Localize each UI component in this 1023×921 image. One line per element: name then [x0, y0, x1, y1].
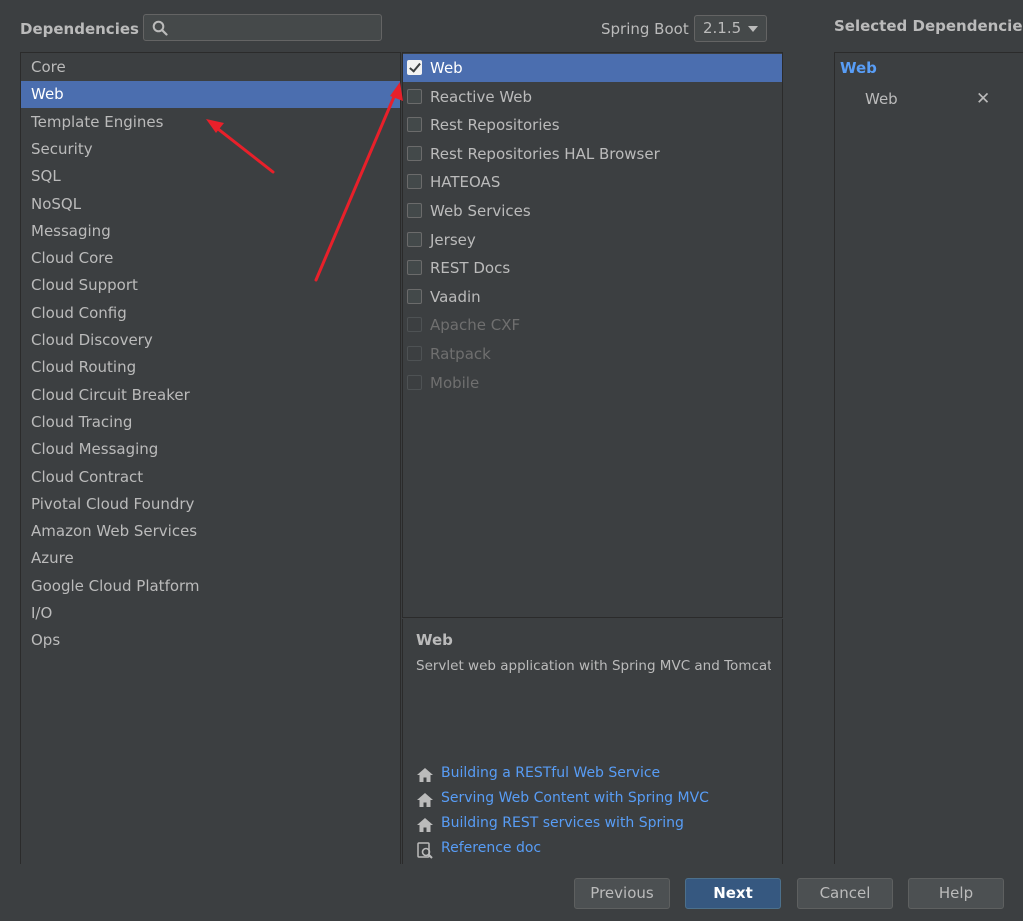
help-button[interactable]: Help: [908, 878, 1004, 909]
description-title: Web: [416, 631, 453, 649]
category-item[interactable]: NoSQL: [21, 191, 400, 218]
category-list[interactable]: Core Web Template Engines Security SQL NoSQL M…: [20, 52, 401, 864]
cancel-button[interactable]: Cancel: [797, 878, 893, 909]
selected-dependency-item: Web ✕: [865, 89, 1015, 112]
category-item[interactable]: Cloud Core: [21, 245, 400, 272]
search-icon: [152, 20, 168, 36]
guide-link-label: Reference doc: [441, 840, 542, 856]
checkbox: [407, 346, 422, 361]
category-item[interactable]: Cloud Config: [21, 300, 400, 327]
category-item[interactable]: Core: [21, 54, 400, 81]
dependency-label: Rest Repositories HAL Browser: [430, 144, 660, 163]
selected-dependencies-panel: Web Web ✕: [834, 52, 1023, 864]
checkbox: [407, 317, 422, 333]
chevron-down-icon: [748, 26, 758, 32]
dependency-label: Web Services: [430, 202, 531, 220]
dependency-item[interactable]: Vaadin: [403, 283, 782, 311]
dependency-item[interactable]: Jersey: [403, 226, 782, 254]
dependency-list[interactable]: Web Reactive Web Rest Repositories Rest Rep…: [402, 52, 783, 618]
category-item[interactable]: Azure: [21, 545, 400, 572]
search-box[interactable]: [143, 14, 382, 41]
guide-link-label: Building a RESTful Web Service: [441, 765, 661, 781]
dependency-item: Ratpack: [403, 340, 782, 368]
dependency-item[interactable]: REST Docs: [403, 254, 782, 282]
dependency-label: Web: [430, 59, 463, 77]
checkbox[interactable]: [407, 117, 422, 133]
category-item[interactable]: Cloud Circuit Breaker: [21, 382, 400, 409]
spring-boot-label: Spring Boot: [601, 20, 689, 38]
dependency-label: Mobile: [430, 373, 480, 392]
category-item[interactable]: Cloud Tracing: [21, 409, 400, 436]
category-item[interactable]: Cloud Discovery: [21, 327, 400, 354]
dependency-label: Jersey: [430, 230, 476, 249]
previous-button[interactable]: Previous: [574, 878, 670, 909]
checkbox[interactable]: [407, 288, 422, 304]
checkbox[interactable]: [407, 145, 422, 161]
description-text: Servlet web application with Spring MVC …: [416, 658, 771, 674]
selected-dependency-label: Web: [865, 90, 898, 108]
checkbox: [407, 374, 422, 390]
dependency-item[interactable]: HATEOAS: [403, 168, 782, 196]
search-input[interactable]: [174, 17, 378, 40]
category-item[interactable]: Cloud Messaging: [21, 436, 400, 463]
category-item[interactable]: Messaging: [21, 218, 400, 245]
category-item[interactable]: Cloud Routing: [21, 354, 400, 381]
category-item[interactable]: Amazon Web Services: [21, 518, 400, 545]
category-item[interactable]: Security: [21, 136, 400, 163]
category-item[interactable]: Cloud Contract: [21, 464, 400, 491]
dependency-label: HATEOAS: [430, 173, 501, 192]
selected-dependencies-label: Selected Dependencies: [834, 17, 1023, 35]
checkbox[interactable]: [407, 203, 422, 218]
category-item[interactable]: Cloud Support: [21, 272, 400, 299]
category-item[interactable]: SQL: [21, 163, 400, 190]
spring-boot-version-select[interactable]: 2.1.5: [694, 15, 767, 42]
guide-link-label: Serving Web Content with Spring MVC: [441, 790, 709, 806]
dependency-label: Reactive Web: [430, 87, 533, 106]
spring-boot-version-value: 2.1.5: [703, 19, 742, 37]
category-item[interactable]: I/O: [21, 600, 400, 627]
dependency-label: Apache CXF: [430, 316, 521, 335]
next-button[interactable]: Next: [685, 878, 781, 909]
dependency-item[interactable]: Web Services: [403, 197, 782, 225]
selected-group-title: Web: [840, 59, 877, 77]
category-item[interactable]: Ops: [21, 627, 400, 654]
category-item[interactable]: Pivotal Cloud Foundry: [21, 491, 400, 518]
dependency-item[interactable]: Rest Repositories HAL Browser: [403, 140, 782, 168]
category-item[interactable]: Template Engines: [21, 109, 400, 136]
description-panel: Web Servlet web application with Spring …: [402, 619, 783, 864]
checkbox-checked[interactable]: [407, 60, 422, 75]
dependency-item[interactable]: Reactive Web: [403, 83, 782, 111]
guide-link-label: Building REST services with Spring: [441, 815, 684, 831]
dependency-label: REST Docs: [430, 259, 511, 278]
checkbox[interactable]: [407, 88, 422, 104]
checkbox[interactable]: [407, 260, 422, 276]
dependency-item[interactable]: Web: [403, 54, 782, 82]
category-item[interactable]: Google Cloud Platform: [21, 573, 400, 600]
dependency-label: Vaadin: [430, 287, 481, 306]
dependencies-label: Dependencies: [20, 20, 139, 38]
checkbox[interactable]: [407, 231, 422, 247]
dependency-item: Apache CXF: [403, 311, 782, 339]
dependency-label: Rest Repositories: [430, 116, 560, 135]
category-item[interactable]: Web: [21, 81, 400, 109]
dependency-item[interactable]: Rest Repositories: [403, 111, 782, 139]
dependency-label: Ratpack: [430, 345, 491, 363]
checkbox[interactable]: [407, 174, 422, 190]
close-icon[interactable]: ✕: [976, 89, 990, 109]
dependency-item: Mobile: [403, 369, 782, 397]
